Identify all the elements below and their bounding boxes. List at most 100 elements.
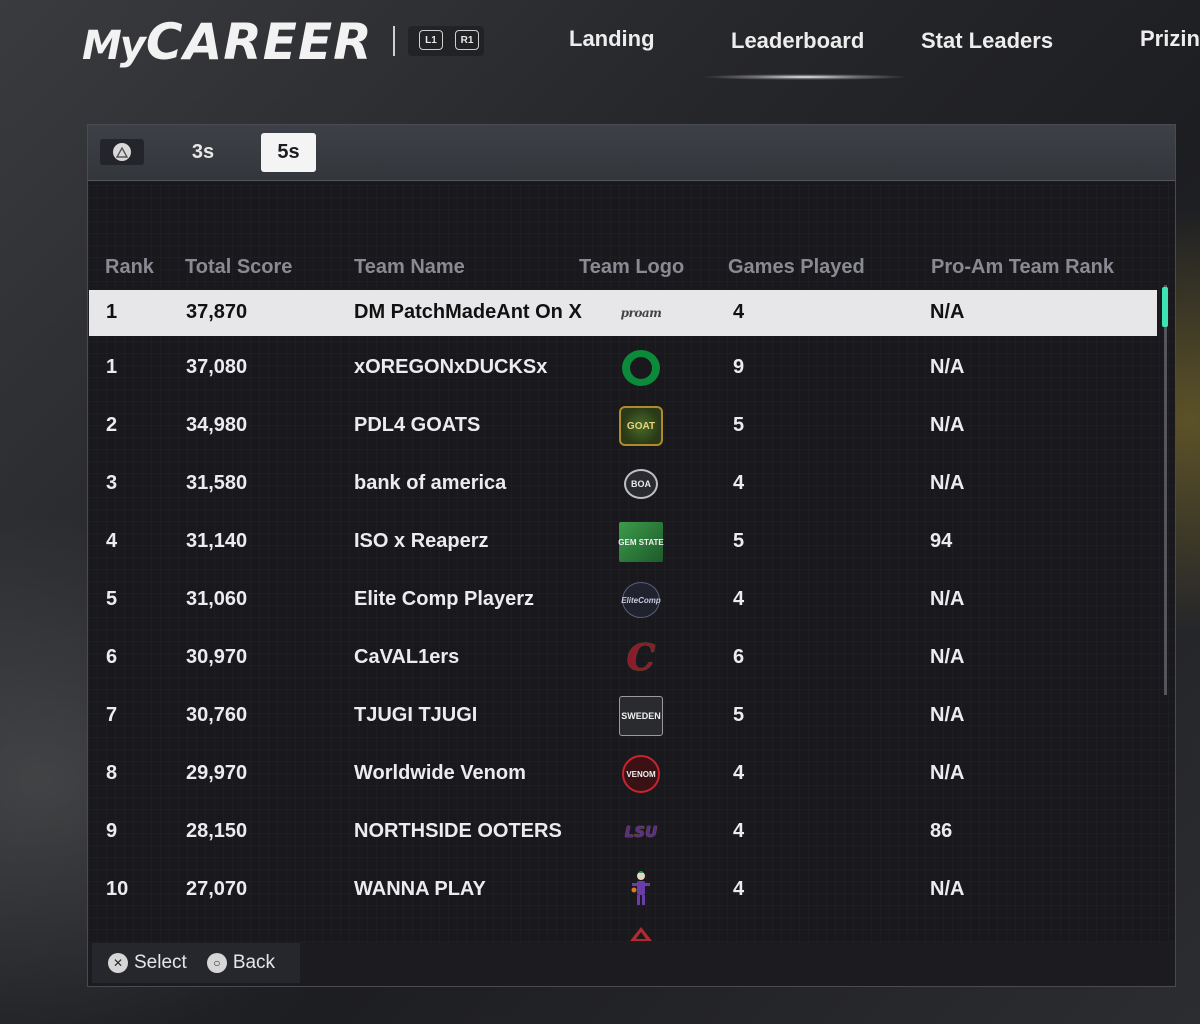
logo-divider xyxy=(393,26,395,56)
tab-5s[interactable]: 5s xyxy=(261,133,316,172)
tab-landing[interactable]: Landing xyxy=(569,26,655,52)
table-row[interactable]: 2 34,980 PDL4 GOATS GOAT 5 N/A xyxy=(89,403,1157,449)
sweden-logo-icon: SWEDEN xyxy=(617,695,665,737)
rank-cell: 4 xyxy=(106,530,118,552)
score-cell: 34,980 xyxy=(186,414,248,436)
score-cell: 31,580 xyxy=(186,472,248,494)
rank-cell: 9 xyxy=(106,820,118,842)
column-header-team-name: Team Name xyxy=(354,256,465,278)
triangle-button[interactable] xyxy=(100,139,144,165)
column-header-total-score: Total Score xyxy=(185,256,293,278)
table-row[interactable]: 9 28,150 NORTHSIDE OOTERS LSU 4 86 xyxy=(89,809,1157,855)
next-row-logo-icon xyxy=(630,927,652,941)
team-name-cell: CaVAL1ers xyxy=(354,646,460,668)
boa-logo-icon: BOA xyxy=(617,463,665,505)
scrollbar-thumb[interactable] xyxy=(1162,287,1168,327)
games-cell: 5 xyxy=(733,704,745,726)
score-cell: 30,760 xyxy=(186,704,248,726)
panel-header: 3s 5s xyxy=(88,125,1175,181)
score-cell: 27,070 xyxy=(186,878,248,900)
rank-cell: 1 xyxy=(106,356,118,378)
score-cell: 31,060 xyxy=(186,588,248,610)
pro-am-rank-cell: 94 xyxy=(930,530,953,552)
team-name-cell: WANNA PLAY xyxy=(354,878,486,900)
table-row[interactable]: 1 37,080 xOREGONxDUCKSx 9 N/A xyxy=(89,345,1157,391)
leaderboard-panel: 3s 5s Rank Total Score Team Name Team Lo… xyxy=(87,124,1176,987)
l1-bumper-icon[interactable]: L1 xyxy=(419,30,443,50)
gem-state-logo-icon: GEM STATE xyxy=(617,521,665,563)
pro-am-rank-cell: N/A xyxy=(930,472,965,494)
games-cell: 4 xyxy=(733,472,745,494)
proam-logo-icon: proam xyxy=(620,306,662,320)
lsu-logo-icon: LSU xyxy=(624,823,658,841)
r1-bumper-icon[interactable]: R1 xyxy=(455,30,479,50)
table-row[interactable]: 8 29,970 Worldwide Venom VENOM 4 N/A xyxy=(89,751,1157,797)
circle-button-icon: ○ xyxy=(206,953,227,973)
scrollbar-track[interactable] xyxy=(1164,285,1167,695)
games-cell: 4 xyxy=(733,878,745,900)
table-row[interactable]: 7 30,760 TJUGI TJUGI SWEDEN 5 N/A xyxy=(89,693,1157,739)
column-header-pro-am-rank: Pro-Am Team Rank xyxy=(931,256,1115,278)
column-header-games-played: Games Played xyxy=(728,256,865,278)
pro-am-rank-cell: N/A xyxy=(930,646,965,668)
column-header-team-logo: Team Logo xyxy=(579,256,685,278)
tab-stat-leaders[interactable]: Stat Leaders xyxy=(921,28,1053,54)
table-row[interactable]: 5 31,060 Elite Comp Playerz EliteComp 4 … xyxy=(89,577,1157,623)
rank-cell: 7 xyxy=(106,704,118,726)
team-name-cell: DM PatchMadeAnt On X xyxy=(354,301,582,323)
mycareer-logo: MyCAREER xyxy=(82,13,373,71)
games-cell: 5 xyxy=(733,530,745,552)
elite-comp-logo-icon: EliteComp xyxy=(617,579,665,621)
games-cell: 4 xyxy=(733,301,745,323)
score-cell: 29,970 xyxy=(186,762,248,784)
tab-leaderboard[interactable]: Leaderboard xyxy=(731,28,864,54)
score-cell: 28,150 xyxy=(186,820,248,842)
table-row[interactable]: 1 37,870 DM PatchMadeAnt On X proam 4 N/… xyxy=(89,290,1157,336)
button-hint-bar: ✕ Select ○ Back xyxy=(92,943,300,983)
pro-am-rank-cell: N/A xyxy=(930,414,965,436)
table-row[interactable]: 3 31,580 bank of america BOA 4 N/A xyxy=(89,461,1157,507)
cavaliers-c-logo-icon: C xyxy=(626,637,656,679)
pro-am-rank-cell: 86 xyxy=(930,820,953,842)
pro-am-rank-cell: N/A xyxy=(930,356,965,378)
score-cell: 31,140 xyxy=(186,530,248,552)
active-tab-underline xyxy=(700,74,910,80)
oregon-o-logo-icon xyxy=(617,347,665,389)
score-cell: 37,080 xyxy=(186,356,248,378)
rank-cell: 2 xyxy=(106,414,118,436)
triangle-icon xyxy=(113,143,131,161)
rank-cell: 10 xyxy=(106,878,129,900)
score-cell: 37,870 xyxy=(186,301,248,323)
rank-cell: 5 xyxy=(106,588,118,610)
games-cell: 4 xyxy=(733,588,745,610)
games-cell: 4 xyxy=(733,762,745,784)
pro-am-rank-cell: N/A xyxy=(930,878,965,900)
joker-logo-icon xyxy=(617,869,665,911)
back-hint[interactable]: Back xyxy=(233,952,275,974)
team-name-cell: NORTHSIDE OOTERS xyxy=(354,820,562,842)
table-row[interactable]: 4 31,140 ISO x Reaperz GEM STATE 5 94 xyxy=(89,519,1157,565)
team-name-cell: bank of america xyxy=(354,472,507,494)
tab-3s[interactable]: 3s xyxy=(184,137,222,167)
games-cell: 6 xyxy=(733,646,745,668)
team-name-cell: Elite Comp Playerz xyxy=(354,588,535,610)
column-header-rank: Rank xyxy=(105,256,154,278)
tab-prizing[interactable]: Prizing xyxy=(1140,26,1200,52)
team-name-cell: Worldwide Venom xyxy=(354,762,526,784)
team-name-cell: ISO x Reaperz xyxy=(354,530,489,552)
select-hint[interactable]: Select xyxy=(134,952,187,974)
rank-cell: 6 xyxy=(106,646,118,668)
score-cell: 30,970 xyxy=(186,646,248,668)
games-cell: 9 xyxy=(733,356,745,378)
cross-button-icon: ✕ xyxy=(108,953,128,973)
pro-am-rank-cell: N/A xyxy=(930,588,965,610)
table-row[interactable]: 6 30,970 CaVAL1ers C 6 N/A xyxy=(89,635,1157,681)
pro-am-rank-cell: N/A xyxy=(930,762,965,784)
rank-cell: 3 xyxy=(106,472,118,494)
table-row[interactable]: 10 27,070 WANNA PLAY 4 N/A xyxy=(89,867,1157,913)
pro-am-rank-cell: N/A xyxy=(930,704,965,726)
pro-am-rank-cell: N/A xyxy=(930,301,965,323)
team-name-cell: xOREGONxDUCKSx xyxy=(354,356,548,378)
games-cell: 4 xyxy=(733,820,745,842)
top-bar: MyCAREER L1 R1 Landing Leaderboard Stat … xyxy=(0,0,1200,100)
